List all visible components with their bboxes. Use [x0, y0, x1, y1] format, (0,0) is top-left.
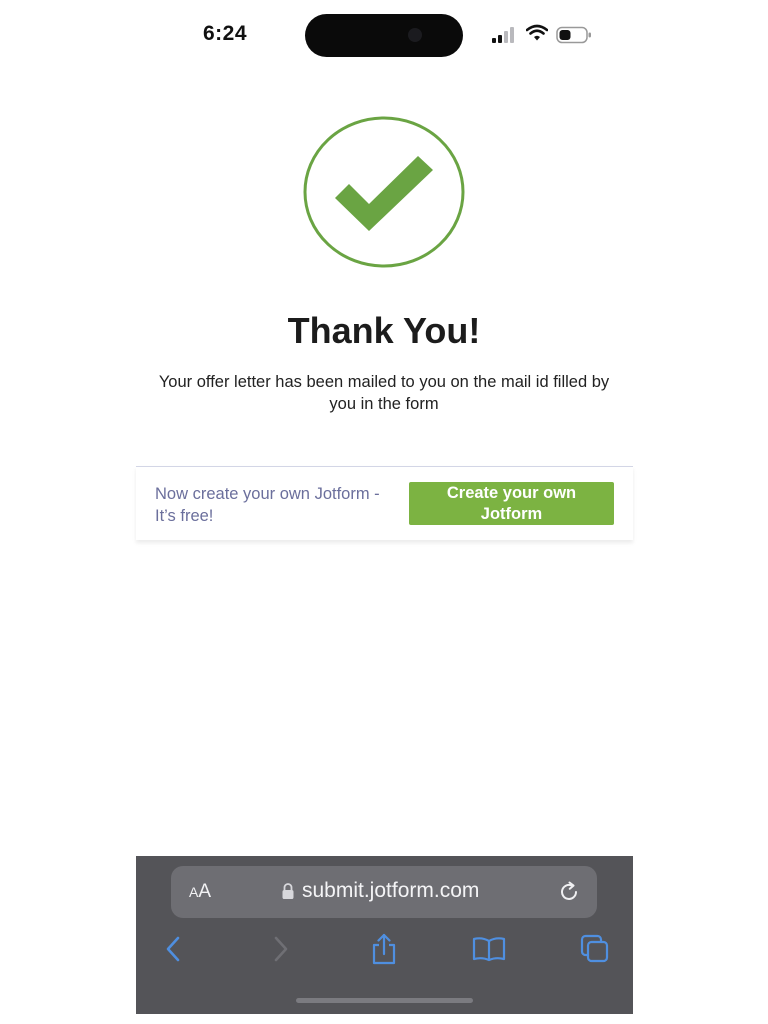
reader-aa-button[interactable]: AA: [189, 881, 211, 903]
reload-icon[interactable]: [557, 880, 581, 904]
forward-button[interactable]: [266, 930, 296, 968]
address-bar[interactable]: AA submit.jotform.com: [171, 866, 597, 918]
dynamic-island: [305, 14, 463, 57]
tabs-button[interactable]: [578, 930, 612, 968]
battery-icon: [556, 26, 591, 44]
lock-icon: [282, 883, 294, 899]
wifi-icon: [526, 24, 548, 41]
page-title: Thank You!: [287, 310, 481, 351]
back-button[interactable]: [158, 930, 188, 968]
back-icon: [166, 936, 180, 962]
status-bar: 6:24: [0, 0, 768, 70]
checkmark-circle-icon: [303, 116, 465, 268]
jotform-promo-banner: Now create your own Jotform - It’s free!…: [136, 466, 633, 540]
forward-icon: [274, 936, 288, 962]
browser-toolbar: AA submit.jotform.com: [136, 856, 633, 1014]
camera-dot: [408, 28, 422, 42]
bookmarks-button[interactable]: [471, 930, 507, 968]
signal-icon: [492, 27, 514, 43]
promo-text: Now create your own Jotform - It’s free!: [155, 485, 380, 525]
browser-nav-row: [136, 930, 633, 970]
status-time: 6:24: [203, 22, 248, 45]
bookmarks-icon: [472, 937, 506, 962]
create-jotform-button[interactable]: Create your own Jotform: [409, 482, 614, 525]
url-text[interactable]: submit.jotform.com: [302, 879, 479, 903]
home-indicator: [296, 998, 473, 1003]
share-icon: [372, 933, 396, 965]
share-button[interactable]: [368, 930, 400, 968]
confirmation-message: Your offer letter has been mailed to you…: [158, 373, 610, 413]
tabs-icon: [580, 934, 609, 963]
